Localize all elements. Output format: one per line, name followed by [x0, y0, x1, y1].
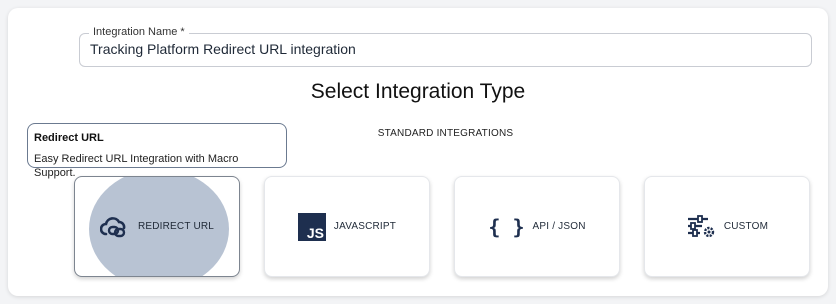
javascript-card[interactable]: JS JAVASCRIPT — [264, 176, 430, 277]
tooltip-title: Redirect URL — [34, 132, 104, 144]
integration-name-input[interactable] — [90, 41, 790, 57]
card-label: REDIRECT URL — [137, 221, 215, 232]
js-badge-text: JS — [307, 225, 324, 241]
integration-name-label: Integration Name * — [89, 25, 189, 39]
sliders-gear-icon — [686, 214, 716, 239]
card-label: API / JSON — [532, 221, 586, 232]
card-label: CUSTOM — [723, 221, 769, 232]
js-icon: JS — [297, 212, 326, 241]
card-label: JAVASCRIPT — [333, 221, 397, 232]
link-cloud-icon — [99, 215, 130, 239]
curly-braces-icon: { } — [488, 214, 525, 239]
api-json-card[interactable]: { } API / JSON — [454, 176, 620, 277]
section-title: Select Integration Type — [310, 80, 526, 103]
redirect-url-card[interactable]: REDIRECT URL — [74, 176, 240, 277]
redirect-url-tooltip: Redirect URL Easy Redirect URL Integrati… — [27, 123, 287, 179]
custom-card[interactable]: CUSTOM — [644, 176, 810, 277]
